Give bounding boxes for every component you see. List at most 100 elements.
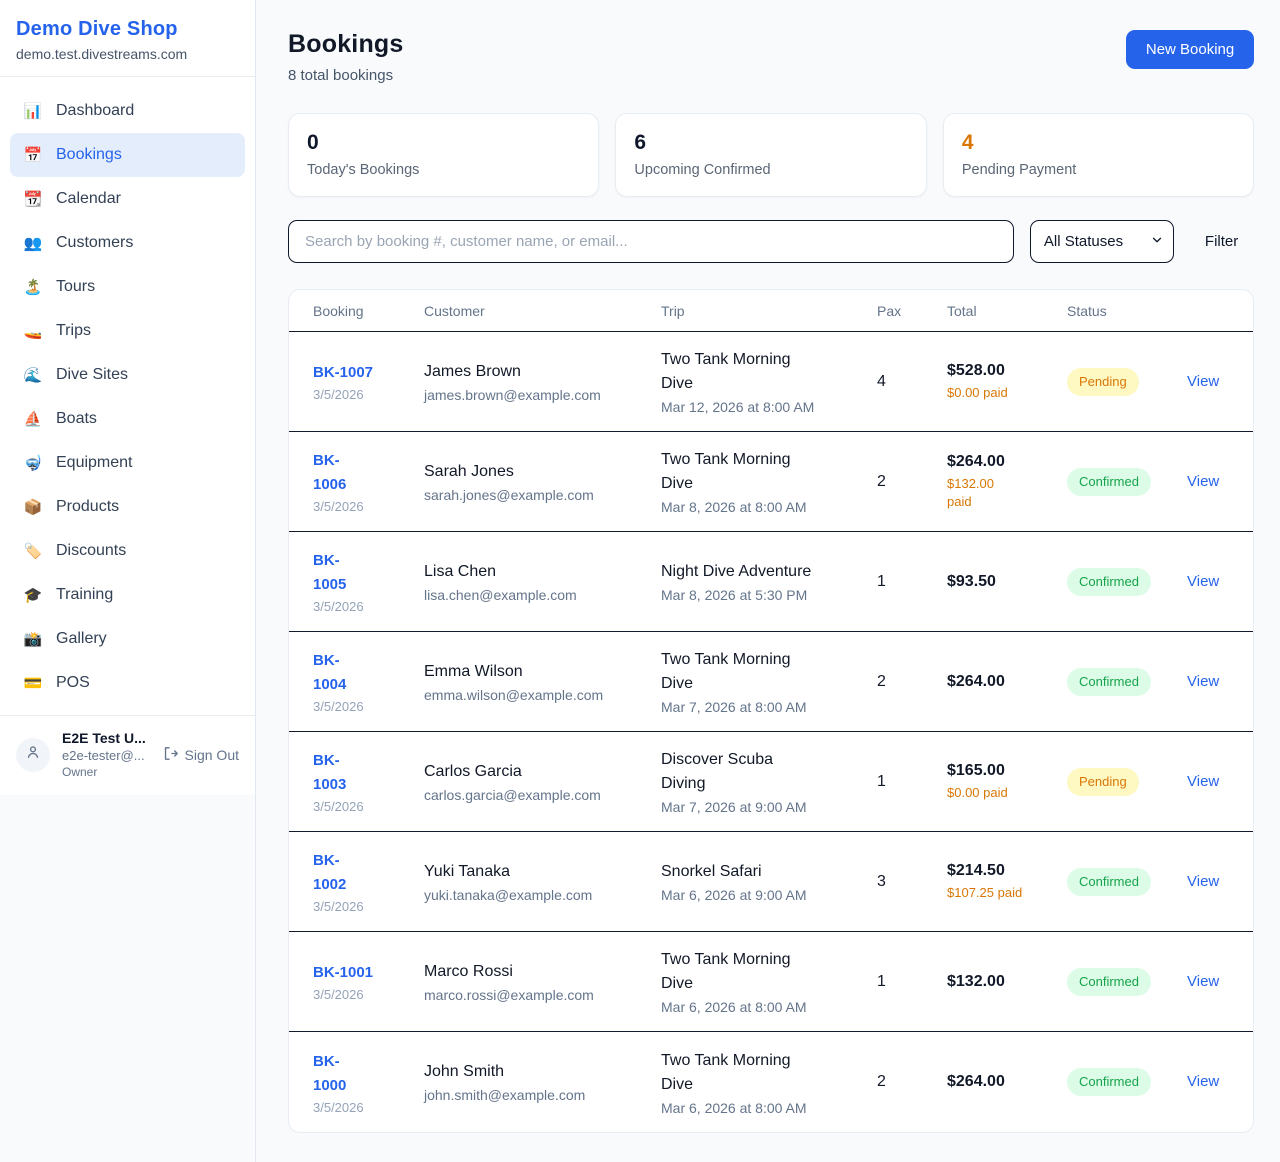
user-name: E2E Test U... [62, 730, 150, 746]
sidebar-item-label: Trips [56, 322, 91, 340]
sidebar-item-gallery[interactable]: 📸 Gallery [10, 617, 245, 661]
booking-id-link[interactable]: BK- 1004 [313, 649, 346, 697]
user-role: Owner [62, 765, 150, 779]
booking-cell: BK- 1005 3/5/2026 [313, 549, 424, 614]
customer-cell: Emma Wilson emma.wilson@example.com [424, 661, 661, 703]
avatar [16, 738, 50, 772]
customer-email: sarah.jones@example.com [424, 487, 651, 503]
booking-id-link[interactable]: BK- 1006 [313, 449, 346, 497]
trip-cell: Night Dive Adventure Mar 8, 2026 at 5:30… [661, 560, 877, 603]
sidebar-item-label: Equipment [56, 454, 133, 472]
sidebar-item-label: Customers [56, 234, 133, 252]
customer-cell: Lisa Chen lisa.chen@example.com [424, 561, 661, 603]
status-badge: Pending [1067, 368, 1139, 396]
booking-id-link[interactable]: BK-1001 [313, 961, 373, 985]
sidebar-item-products[interactable]: 📦 Products [10, 485, 245, 529]
table-row: BK- 1004 3/5/2026 Emma Wilson emma.wilso… [289, 632, 1253, 732]
sidebar-item-dive-sites[interactable]: 🌊 Dive Sites [10, 353, 245, 397]
booking-date: 3/5/2026 [313, 599, 414, 614]
status-select[interactable]: All Statuses [1030, 220, 1174, 263]
total-amount: $93.50 [947, 573, 1057, 591]
customer-email: james.brown@example.com [424, 387, 651, 403]
customer-name: Lisa Chen [424, 561, 651, 583]
pax-count: 4 [877, 373, 947, 391]
trip-datetime: Mar 8, 2026 at 8:00 AM [661, 499, 867, 515]
booking-id-link[interactable]: BK- 1000 [313, 1050, 346, 1098]
status-cell: Confirmed [1067, 1068, 1187, 1096]
customer-cell: Marco Rossi marco.rossi@example.com [424, 961, 661, 1003]
page-subtitle: 8 total bookings [288, 67, 404, 84]
sidebar-item-bookings[interactable]: 📅 Bookings [10, 133, 245, 177]
actions-cell: View [1187, 773, 1229, 791]
view-link[interactable]: View [1187, 973, 1219, 990]
tear-off-calendar-icon: 📆 [23, 190, 43, 208]
sidebar-item-training[interactable]: 🎓 Training [10, 573, 245, 617]
user-icon [24, 743, 42, 766]
view-link[interactable]: View [1187, 873, 1219, 890]
new-booking-button[interactable]: New Booking [1126, 30, 1254, 69]
paid-amount: $0.00 paid [947, 384, 1057, 402]
status-badge: Confirmed [1067, 968, 1151, 996]
status-badge: Confirmed [1067, 568, 1151, 596]
customer-name: Emma Wilson [424, 661, 651, 683]
sidebar-item-calendar[interactable]: 📆 Calendar [10, 177, 245, 221]
column-header-customer: Customer [424, 303, 661, 319]
view-link[interactable]: View [1187, 373, 1219, 390]
column-header-pax: Pax [877, 303, 947, 319]
view-link[interactable]: View [1187, 673, 1219, 690]
page-title-block: Bookings 8 total bookings [288, 30, 404, 84]
actions-cell: View [1187, 573, 1229, 591]
sidebar-item-label: POS [56, 674, 90, 692]
main-content: Bookings 8 total bookings New Booking 0 … [256, 0, 1280, 1162]
column-header-total: Total [947, 303, 1067, 319]
trip-datetime: Mar 7, 2026 at 9:00 AM [661, 799, 867, 815]
paid-amount: $0.00 paid [947, 784, 1057, 802]
brand-name[interactable]: Demo Dive Shop [16, 18, 239, 41]
customer-cell: Yuki Tanaka yuki.tanaka@example.com [424, 861, 661, 903]
view-link[interactable]: View [1187, 473, 1219, 490]
booking-id-link[interactable]: BK- 1003 [313, 749, 346, 797]
view-link[interactable]: View [1187, 1073, 1219, 1090]
stat-card: 6 Upcoming Confirmed [615, 113, 926, 197]
status-badge: Confirmed [1067, 1068, 1151, 1096]
sidebar-item-tours[interactable]: 🏝️ Tours [10, 265, 245, 309]
app-root: Demo Dive Shop demo.test.divestreams.com… [0, 0, 1280, 1162]
filter-button[interactable]: Filter [1174, 233, 1254, 250]
status-cell: Confirmed [1067, 868, 1187, 896]
camera-icon: 📸 [23, 630, 43, 648]
booking-id-link[interactable]: BK- 1002 [313, 849, 346, 897]
booking-id-link[interactable]: BK-1007 [313, 361, 373, 385]
sidebar-item-boats[interactable]: ⛵ Boats [10, 397, 245, 441]
view-link[interactable]: View [1187, 773, 1219, 790]
total-amount: $264.00 [947, 673, 1057, 691]
sign-out-button[interactable]: Sign Out [162, 745, 239, 765]
pax-count: 2 [877, 473, 947, 491]
actions-cell: View [1187, 373, 1229, 391]
sidebar-item-discounts[interactable]: 🏷️ Discounts [10, 529, 245, 573]
trip-name: Two Tank Morning Dive [661, 348, 867, 396]
sidebar-item-label: Boats [56, 410, 97, 428]
sign-out-icon [162, 745, 179, 765]
sidebar-item-trips[interactable]: 🚤 Trips [10, 309, 245, 353]
sidebar-item-equipment[interactable]: 🤿 Equipment [10, 441, 245, 485]
stat-label: Pending Payment [962, 162, 1235, 178]
view-link[interactable]: View [1187, 573, 1219, 590]
customer-email: marco.rossi@example.com [424, 987, 651, 1003]
total-cell: $165.00 $0.00 paid [947, 762, 1067, 802]
sidebar-item-customers[interactable]: 👥 Customers [10, 221, 245, 265]
calendar-date-icon: 📅 [23, 146, 43, 164]
customer-name: James Brown [424, 361, 651, 383]
total-amount: $264.00 [947, 453, 1057, 471]
search-input[interactable] [288, 220, 1014, 263]
actions-cell: View [1187, 673, 1229, 691]
column-header-status: Status [1067, 303, 1187, 319]
booking-date: 3/5/2026 [313, 1100, 414, 1115]
stat-value: 4 [962, 131, 1235, 155]
trip-cell: Two Tank Morning Dive Mar 6, 2026 at 8:0… [661, 948, 877, 1015]
paid-amount: $132.00 paid [947, 475, 1057, 511]
sidebar-item-label: Tours [56, 278, 95, 296]
sidebar-item-label: Bookings [56, 146, 122, 164]
sidebar-item-dashboard[interactable]: 📊 Dashboard [10, 89, 245, 133]
booking-id-link[interactable]: BK- 1005 [313, 549, 346, 597]
sidebar-item-pos[interactable]: 💳 POS [10, 661, 245, 705]
